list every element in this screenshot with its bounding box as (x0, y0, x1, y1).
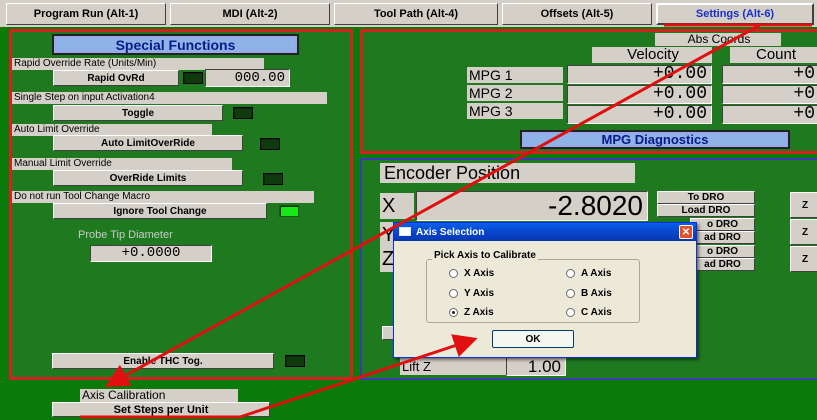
dialog-titlebar[interactable]: Axis Selection (394, 223, 696, 241)
count-header: Count (730, 47, 817, 63)
thc-led (285, 355, 305, 367)
lift-z-value[interactable]: 1.00 (506, 357, 566, 376)
probe-tip-label: Probe Tip Diameter (78, 229, 173, 241)
tab-mdi[interactable]: MDI (Alt-2) (170, 3, 330, 25)
tab-offsets[interactable]: Offsets (Alt-5) (502, 3, 652, 25)
mpg-3-label: MPG 3 (467, 103, 563, 119)
y-load-dro-button[interactable]: ad DRO (690, 231, 755, 244)
radio-z-axis[interactable]: Z Axis (449, 307, 494, 318)
radio-b-axis[interactable]: B Axis (566, 288, 612, 299)
y-zero-button[interactable]: Z (790, 219, 817, 245)
mpg-3-velocity[interactable]: +0.00 (567, 105, 712, 124)
mpg-2-count[interactable]: +0 (722, 85, 817, 104)
no-tool-change-label: Do not run Tool Change Macro (12, 191, 314, 203)
radio-x-axis[interactable]: X Axis (449, 268, 494, 279)
radio-y-axis[interactable]: Y Axis (449, 288, 494, 299)
axis-group-label: Pick Axis to Calibrate (432, 250, 538, 261)
radio-label: X Axis (464, 268, 495, 279)
z-load-dro-button[interactable]: ad DRO (690, 258, 755, 271)
mpg-2-velocity[interactable]: +0.00 (567, 85, 712, 104)
ignore-tool-change-led (279, 205, 299, 217)
window-icon (399, 227, 411, 236)
ignore-tool-change-button[interactable]: Ignore Tool Change (53, 203, 267, 219)
radio-circle-icon (566, 289, 575, 298)
set-steps-per-unit-button[interactable]: Set Steps per Unit (52, 402, 270, 417)
encoder-y-label: Y (380, 222, 394, 248)
mpg-diagnostics-title: MPG Diagnostics (520, 130, 790, 149)
tab-settings[interactable]: Settings (Alt-6) (656, 3, 814, 25)
radio-circle-icon (449, 289, 458, 298)
velocity-header: Velocity (592, 47, 712, 63)
auto-limit-override-button[interactable]: Auto LimitOverRide (53, 135, 243, 151)
x-load-dro-button[interactable]: Load DRO (657, 204, 755, 217)
tab-tool-path[interactable]: Tool Path (Alt-4) (334, 3, 498, 25)
radio-circle-icon (566, 269, 575, 278)
radio-selected-icon (449, 308, 458, 317)
radio-label: B Axis (581, 288, 612, 299)
mpg-2-label: MPG 2 (467, 85, 563, 101)
special-functions-title: Special Functions (52, 34, 299, 55)
encoder-z-label: Z (380, 246, 394, 272)
dialog-title: Axis Selection (416, 226, 485, 238)
axis-calibration-label: Axis Calibration (80, 389, 238, 402)
override-limits-led (263, 173, 283, 185)
mpg-3-count[interactable]: +0 (722, 105, 817, 124)
radio-a-axis[interactable]: A Axis (566, 268, 611, 279)
radio-circle-icon (449, 269, 458, 278)
rapid-ovrd-led (183, 72, 203, 84)
radio-label: A Axis (581, 268, 612, 279)
mpg-1-label: MPG 1 (467, 67, 563, 83)
rapid-override-value[interactable]: 000.00 (205, 69, 290, 87)
radio-c-axis[interactable]: C Axis (566, 307, 612, 318)
tab-bar: Program Run (Alt-1) MDI (Alt-2) Tool Pat… (0, 0, 817, 27)
probe-tip-value[interactable]: +0.0000 (90, 245, 212, 262)
x-to-dro-button[interactable]: To DRO (657, 191, 755, 204)
x-zero-button[interactable]: Z (790, 192, 817, 218)
tab-program-run[interactable]: Program Run (Alt-1) (6, 3, 166, 25)
lift-z-label: Lift Z (400, 358, 506, 375)
abs-coords-label: Abs Coords (655, 33, 781, 46)
radio-label: Y Axis (464, 288, 495, 299)
encoder-x-value[interactable]: -2.8020 (416, 191, 648, 221)
mpg-1-velocity[interactable]: +0.00 (567, 65, 712, 84)
enable-thc-button[interactable]: Enable THC Tog. (52, 353, 274, 369)
y-to-dro-button[interactable]: o DRO (690, 218, 755, 231)
rapid-ovrd-button[interactable]: Rapid OvRd (53, 70, 179, 86)
radio-label: C Axis (581, 307, 612, 318)
z-zero-button[interactable]: Z (790, 246, 817, 272)
ok-button[interactable]: OK (492, 330, 574, 348)
axis-selection-dialog: Axis Selection ✕ Pick Axis to Calibrate … (393, 222, 697, 358)
radio-circle-icon (566, 308, 575, 317)
single-step-led (233, 107, 253, 119)
manual-limit-label: Manual Limit Override (12, 158, 232, 170)
auto-limit-led (260, 138, 280, 150)
override-limits-button[interactable]: OverRide Limits (53, 170, 243, 186)
z-to-dro-button[interactable]: o DRO (690, 245, 755, 258)
encoder-x-label: X (380, 193, 414, 219)
single-step-label: Single Step on input Activation4 (12, 92, 327, 104)
encoder-position-title: Encoder Position (380, 163, 635, 183)
toggle-button[interactable]: Toggle (53, 105, 223, 121)
close-icon[interactable]: ✕ (679, 225, 693, 239)
radio-label: Z Axis (464, 307, 494, 318)
mpg-1-count[interactable]: +0 (722, 65, 817, 84)
